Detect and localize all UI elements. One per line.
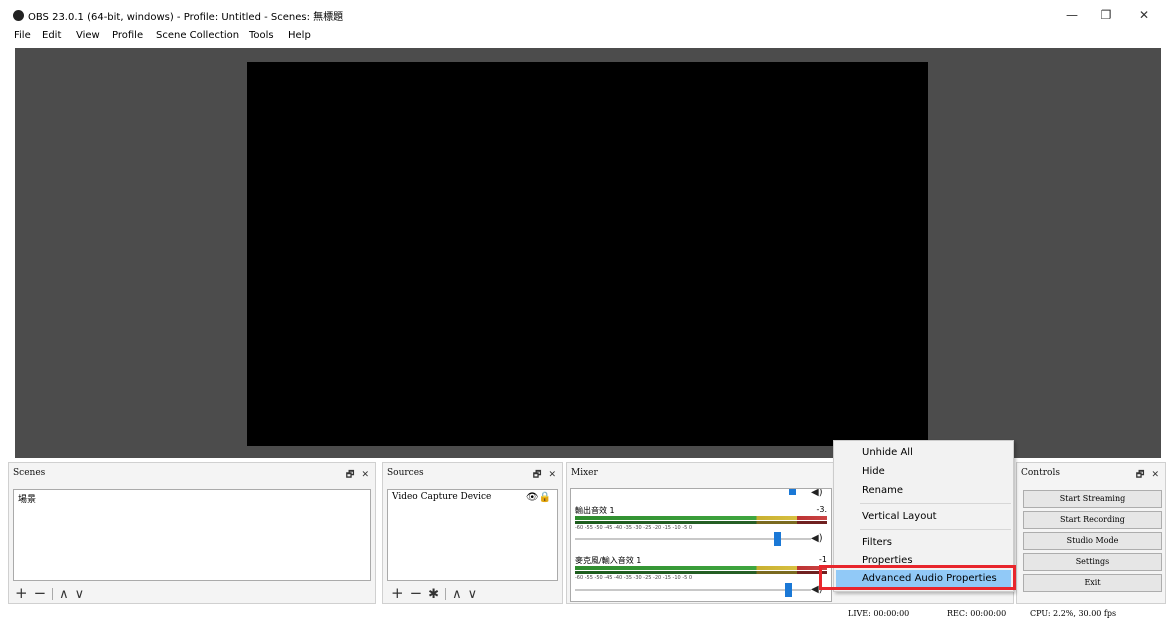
meter-scale: -60 -55 -50 -45 -40 -35 -30 -25 -20 -15 … (575, 575, 693, 581)
track-name: 輸出音效 1 (575, 506, 615, 515)
menu-edit[interactable]: Edit (42, 30, 61, 41)
maximize-button[interactable]: ❐ (1094, 6, 1118, 24)
volume-meter-peak (575, 521, 827, 524)
close-button[interactable]: ✕ (1132, 6, 1156, 24)
start-streaming-button[interactable]: Start Streaming (1023, 490, 1162, 508)
gear-icon[interactable]: ✱ (428, 587, 439, 602)
meter-scale: -60 -55 -50 -45 -40 -35 -30 -25 -20 -15 … (575, 525, 693, 531)
menu-tools[interactable]: Tools (249, 30, 274, 41)
move-up-button[interactable]: ∧ (452, 587, 462, 602)
controls-dock: Controls 🗗 ✕ Start Streaming Start Recor… (1016, 462, 1166, 604)
volume-slider-track[interactable] (575, 589, 811, 591)
speaker-icon[interactable]: ◀) (811, 489, 823, 498)
toolbar-divider (52, 587, 54, 600)
settings-button[interactable]: Settings (1023, 553, 1162, 571)
add-source-button[interactable]: + (391, 584, 404, 602)
obs-logo-icon (13, 10, 24, 21)
move-up-button[interactable]: ∧ (59, 587, 69, 602)
menu-item-filters[interactable]: Filters (862, 537, 892, 548)
menu-item-vertical-layout[interactable]: Vertical Layout (862, 511, 937, 522)
scenes-dock: Scenes 🗗 ✕ 場景 + − ∧ ∨ (8, 462, 376, 604)
menu-scene-collection[interactable]: Scene Collection (156, 30, 239, 41)
remove-scene-button[interactable]: − (34, 584, 47, 602)
volume-meter-peak (575, 571, 827, 574)
exit-button[interactable]: Exit (1023, 574, 1162, 592)
toolbar-divider (445, 587, 447, 600)
window-title: OBS 23.0.1 (64-bit, windows) - Profile: … (28, 12, 344, 23)
volume-slider-knob[interactable] (785, 583, 792, 597)
scenes-list[interactable]: 場景 (13, 489, 371, 581)
menu-item-unhide-all[interactable]: Unhide All (862, 447, 913, 458)
menu-separator (860, 503, 1011, 504)
preview-canvas[interactable] (247, 62, 928, 446)
track-db: -1 (819, 555, 827, 564)
scenes-dock-title: Scenes (13, 468, 46, 478)
dock-float-close-icons[interactable]: 🗗 ✕ (346, 467, 371, 483)
annotation-highlight-box (819, 565, 1016, 590)
rec-status: REC: 00:00:00 (947, 609, 1007, 618)
title-bar: OBS 23.0.1 (64-bit, windows) - Profile: … (0, 0, 1168, 30)
track-db: -3. (816, 505, 827, 514)
remove-source-button[interactable]: − (410, 584, 423, 602)
scene-item[interactable]: 場景 (14, 490, 370, 507)
menu-file[interactable]: File (14, 30, 31, 41)
studio-mode-button[interactable]: Studio Mode (1023, 532, 1162, 550)
scenes-toolbar: + − ∧ ∨ (15, 584, 90, 602)
sources-list[interactable]: Video Capture Device 👁🔒 (387, 489, 558, 581)
menu-help[interactable]: Help (288, 30, 311, 41)
menu-view[interactable]: View (76, 30, 100, 41)
track-name: 麥克風/輸入音效 1 (575, 556, 642, 565)
mixer-panel: ◀) 輸出音效 1 -3. -60 -55 -50 -45 -40 -35 -3… (570, 488, 832, 602)
volume-slider-knob[interactable] (789, 489, 796, 495)
dock-float-close-icons[interactable]: 🗗 ✕ (533, 467, 558, 483)
sources-dock: Sources 🗗 ✕ Video Capture Device 👁🔒 + − ✱ ∧… (382, 462, 563, 604)
source-item-label: Video Capture Device (392, 492, 492, 502)
volume-slider-knob[interactable] (774, 532, 781, 546)
minimize-button[interactable]: — (1060, 6, 1084, 24)
menu-profile[interactable]: Profile (112, 30, 143, 41)
speaker-icon[interactable]: ◀) (811, 533, 823, 544)
volume-meter (575, 516, 827, 520)
move-down-button[interactable]: ∨ (75, 587, 85, 602)
live-status: LIVE: 00:00:00 (848, 609, 910, 618)
volume-meter (575, 566, 827, 570)
cpu-status: CPU: 2.2%, 30.00 fps (1030, 609, 1117, 618)
source-item[interactable]: Video Capture Device 👁🔒 (388, 490, 557, 504)
menu-item-hide[interactable]: Hide (862, 466, 885, 477)
menu-bar: File Edit View Profile Scene Collection … (0, 30, 1168, 46)
menu-item-rename[interactable]: Rename (862, 485, 903, 496)
start-recording-button[interactable]: Start Recording (1023, 511, 1162, 529)
sources-toolbar: + − ✱ ∧ ∨ (391, 584, 483, 602)
source-visibility-lock-icons[interactable]: 👁🔒 (526, 492, 551, 503)
add-scene-button[interactable]: + (15, 584, 28, 602)
menu-separator (860, 529, 1011, 530)
dock-float-close-icons[interactable]: 🗗 ✕ (1136, 467, 1161, 483)
move-down-button[interactable]: ∨ (468, 587, 478, 602)
status-bar: LIVE: 00:00:00 REC: 00:00:00 CPU: 2.2%, … (0, 607, 1168, 623)
